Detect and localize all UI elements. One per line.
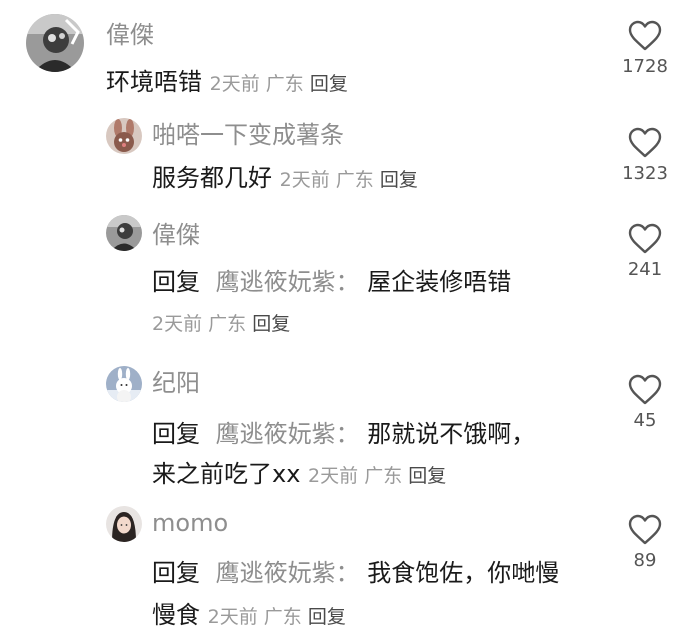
comment-text: 环境唔错: [106, 68, 202, 96]
girl-avatar-icon: [106, 506, 142, 542]
reply-button[interactable]: 回复: [308, 606, 346, 628]
comment-username[interactable]: 纪阳: [152, 368, 200, 398]
reply-prefix: 回复: [152, 559, 200, 587]
comment-time: 2天前: [152, 313, 203, 335]
like-count: 1323: [622, 163, 668, 184]
comment-time: 2天前: [209, 73, 260, 95]
like-button[interactable]: 241: [615, 223, 675, 280]
comment-text: 屋企装修唔错: [367, 268, 512, 296]
portrait-photo-icon: [26, 14, 84, 72]
reply-prefix: 回复: [152, 268, 200, 296]
avatar[interactable]: [106, 215, 142, 251]
like-button[interactable]: 1323: [615, 127, 675, 184]
avatar[interactable]: [106, 506, 142, 542]
reply-target-user[interactable]: 鹰逃筱妧紫：: [216, 420, 360, 448]
reply-target-user[interactable]: 鹰逃筱妧紫：: [216, 268, 360, 296]
reply-target-user[interactable]: 鹰逃筱妧紫：: [216, 559, 360, 587]
reply-button[interactable]: 回复: [310, 73, 348, 95]
comment-username[interactable]: 啪嗒一下变成薯条: [152, 120, 344, 150]
comment-meta: 2天前 广东 回复: [210, 73, 348, 95]
like-button[interactable]: 45: [615, 374, 675, 431]
comment-body: 回复 鹰逃筱妧紫： 那就说不饿啊，来之前吃了xx 2天前 广东 回复: [152, 414, 552, 496]
heart-outline-icon: [628, 514, 662, 545]
reply-button[interactable]: 回复: [252, 313, 290, 335]
like-count: 241: [627, 259, 663, 280]
comment-location: 广东: [364, 465, 403, 487]
comment-body: 回复 鹰逃筱妧紫： 屋企装修唔错 2天前 广东 回复: [152, 267, 572, 339]
comment-text: 服务都几好: [152, 164, 272, 192]
heart-outline-icon: [628, 127, 662, 158]
comment-location: 广东: [335, 169, 374, 191]
heart-outline-icon: [628, 20, 662, 51]
comment-location: 广东: [265, 73, 304, 95]
avatar[interactable]: [106, 118, 142, 154]
reply-button[interactable]: 回复: [408, 465, 446, 487]
like-button[interactable]: 1728: [615, 20, 675, 77]
heart-outline-icon: [628, 223, 662, 254]
comment-meta: 2天前 广东 回复: [208, 606, 346, 628]
comment-time: 2天前: [279, 169, 330, 191]
like-count: 89: [633, 550, 657, 571]
portrait-photo-icon: [106, 215, 142, 251]
comment-location: 广东: [263, 606, 302, 628]
heart-outline-icon: [628, 374, 662, 405]
like-button[interactable]: 89: [615, 514, 675, 571]
comment-meta: 2天前 广东 回复: [308, 465, 446, 487]
comment-username[interactable]: 偉傑: [106, 20, 154, 50]
comment-body: 服务都几好 2天前 广东 回复: [152, 163, 572, 195]
comment-meta: 2天前 广东 回复: [280, 169, 418, 191]
comment-location: 广东: [208, 313, 247, 335]
reply-prefix: 回复: [152, 420, 200, 448]
comment-time: 2天前: [207, 606, 258, 628]
bunny-avatar-icon: [106, 118, 142, 154]
reply-button[interactable]: 回复: [380, 169, 418, 191]
comment-meta: 2天前 广东 回复: [152, 309, 572, 339]
comment-username[interactable]: momo: [152, 508, 228, 538]
avatar[interactable]: [26, 14, 84, 72]
snowman-avatar-icon: [106, 366, 142, 402]
like-count: 1728: [622, 56, 668, 77]
avatar[interactable]: [106, 366, 142, 402]
like-count: 45: [633, 410, 657, 431]
comment-body: 回复 鹰逃筱妧紫： 我食饱佐，你哋慢慢食 2天前 广东 回复: [152, 552, 572, 638]
comment-body: 环境唔错 2天前 广东 回复: [106, 67, 526, 99]
comment-username[interactable]: 偉傑: [152, 220, 200, 250]
comment-time: 2天前: [308, 465, 359, 487]
